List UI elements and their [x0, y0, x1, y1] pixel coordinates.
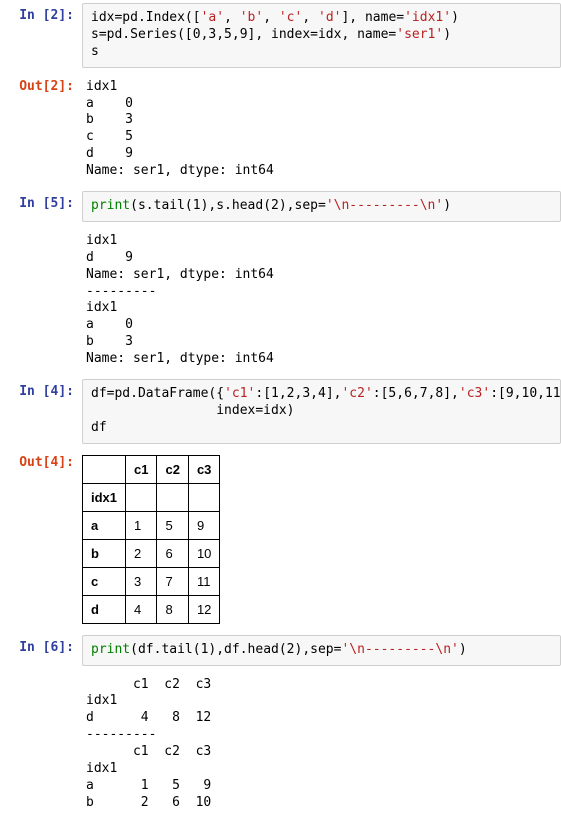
output-content: idx1 d 9 Name: ser1, dtype: int64 ------…	[82, 228, 561, 373]
table-cell: 8	[157, 595, 188, 623]
code-string: 'c'	[279, 10, 302, 25]
cell-in-6: In [6]: print(df.tail(1),df.head(2),sep=…	[0, 632, 561, 669]
code-text: :[1,2,3,4],	[255, 386, 341, 401]
output-content: c1 c2 c3 idx1 a 1 5 9	[82, 450, 561, 629]
table-col: c3	[188, 455, 219, 483]
input-content: df=pd.DataFrame({'c1':[1,2,3,4],'c2':[5,…	[82, 379, 561, 444]
table-cell: 7	[157, 567, 188, 595]
code-string: 'ser1'	[396, 27, 443, 42]
cell-in-2: In [2]: idx=pd.Index(['a', 'b', 'c', 'd'…	[0, 0, 561, 71]
table-index-name: idx1	[83, 483, 126, 511]
table-index-name-row: idx1	[83, 483, 220, 511]
prompt-empty	[0, 228, 82, 373]
code-input[interactable]: print(s.tail(1),s.head(2),sep='\n-------…	[82, 191, 561, 222]
table-cell: 10	[188, 539, 219, 567]
dataframe-table: c1 c2 c3 idx1 a 1 5 9	[82, 455, 220, 624]
code-string: 'c1'	[224, 386, 255, 401]
output-text: c1 c2 c3 idx1 d 4 8 12 --------- c1 c2 c…	[82, 672, 561, 817]
cell-in-5: In [5]: print(s.tail(1),s.head(2),sep='\…	[0, 188, 561, 225]
table-col: c2	[157, 455, 188, 483]
code-text: (s.tail(1),s.head(2),sep=	[130, 198, 326, 213]
code-text: s	[91, 44, 99, 59]
prompt-in: In [4]:	[0, 379, 82, 444]
table-row-idx: c	[83, 567, 126, 595]
table-col: c1	[126, 455, 157, 483]
table-corner	[83, 455, 126, 483]
code-text: :[5,6,7,8],	[373, 386, 459, 401]
cell-in-4: In [4]: df=pd.DataFrame({'c1':[1,2,3,4],…	[0, 376, 561, 447]
table-row: d 4 8 12	[83, 595, 220, 623]
table-row: c 3 7 11	[83, 567, 220, 595]
cell-out-5: idx1 d 9 Name: ser1, dtype: int64 ------…	[0, 225, 561, 376]
table-row: a 1 5 9	[83, 511, 220, 539]
prompt-in: In [5]:	[0, 191, 82, 222]
table-header-row: c1 c2 c3	[83, 455, 220, 483]
output-text: idx1 a 0 b 3 c 5 d 9 Name: ser1, dtype: …	[82, 74, 561, 185]
input-content: print(df.tail(1),df.head(2),sep='\n-----…	[82, 635, 561, 666]
table-cell: 4	[126, 595, 157, 623]
table-row-idx: d	[83, 595, 126, 623]
prompt-out: Out[2]:	[0, 74, 82, 185]
code-text: ], name=	[341, 10, 404, 25]
output-text: idx1 d 9 Name: ser1, dtype: int64 ------…	[82, 228, 561, 373]
table-empty	[188, 483, 219, 511]
table-cell: 5	[157, 511, 188, 539]
code-text: (df.tail(1),df.head(2),sep=	[130, 642, 341, 657]
code-text: :[9,10,11,12]},	[490, 386, 561, 401]
code-string: '\n---------\n'	[341, 642, 458, 657]
table-empty	[157, 483, 188, 511]
code-input[interactable]: df=pd.DataFrame({'c1':[1,2,3,4],'c2':[5,…	[82, 379, 561, 444]
cell-out-4: Out[4]: c1 c2 c3 idx1 a	[0, 447, 561, 632]
code-input[interactable]: idx=pd.Index(['a', 'b', 'c', 'd'], name=…	[82, 3, 561, 68]
table-cell: 2	[126, 539, 157, 567]
input-content: idx=pd.Index(['a', 'b', 'c', 'd'], name=…	[82, 3, 561, 68]
code-text: df=pd.DataFrame({	[91, 386, 224, 401]
code-string: '\n---------\n'	[326, 198, 443, 213]
code-text: s=pd.Series([0,3,5,9], index=idx, name=	[91, 27, 396, 42]
cell-out-6: c1 c2 c3 idx1 d 4 8 12 --------- c1 c2 c…	[0, 669, 561, 820]
table-empty	[126, 483, 157, 511]
code-input[interactable]: print(df.tail(1),df.head(2),sep='\n-----…	[82, 635, 561, 666]
table-cell: 11	[188, 567, 219, 595]
code-builtin: print	[91, 642, 130, 657]
table-cell: 6	[157, 539, 188, 567]
code-string: 'idx1'	[404, 10, 451, 25]
code-text: )	[443, 27, 451, 42]
table-row: b 2 6 10	[83, 539, 220, 567]
output-content: idx1 a 0 b 3 c 5 d 9 Name: ser1, dtype: …	[82, 74, 561, 185]
table-cell: 9	[188, 511, 219, 539]
code-text: index=idx)	[91, 403, 295, 418]
code-text: ,	[302, 10, 318, 25]
table-cell: 3	[126, 567, 157, 595]
code-text: idx=pd.Index([	[91, 10, 201, 25]
input-content: print(s.tail(1),s.head(2),sep='\n-------…	[82, 191, 561, 222]
table-row-idx: b	[83, 539, 126, 567]
prompt-empty	[0, 672, 82, 817]
output-content: c1 c2 c3 idx1 d 4 8 12 --------- c1 c2 c…	[82, 672, 561, 817]
prompt-in: In [2]:	[0, 3, 82, 68]
code-string: 'a'	[201, 10, 224, 25]
code-string: 'b'	[240, 10, 263, 25]
code-string: 'c3'	[459, 386, 490, 401]
prompt-out: Out[4]:	[0, 450, 82, 629]
code-text: df	[91, 420, 107, 435]
prompt-in: In [6]:	[0, 635, 82, 666]
cell-out-2: Out[2]: idx1 a 0 b 3 c 5 d 9 Name: ser1,…	[0, 71, 561, 188]
code-string: 'd'	[318, 10, 341, 25]
table-cell: 1	[126, 511, 157, 539]
code-text: )	[459, 642, 467, 657]
code-string: 'c2'	[341, 386, 372, 401]
code-builtin: print	[91, 198, 130, 213]
code-text: )	[443, 198, 451, 213]
code-text: ,	[224, 10, 240, 25]
code-text: ,	[263, 10, 279, 25]
code-text: )	[451, 10, 459, 25]
table-cell: 12	[188, 595, 219, 623]
table-row-idx: a	[83, 511, 126, 539]
